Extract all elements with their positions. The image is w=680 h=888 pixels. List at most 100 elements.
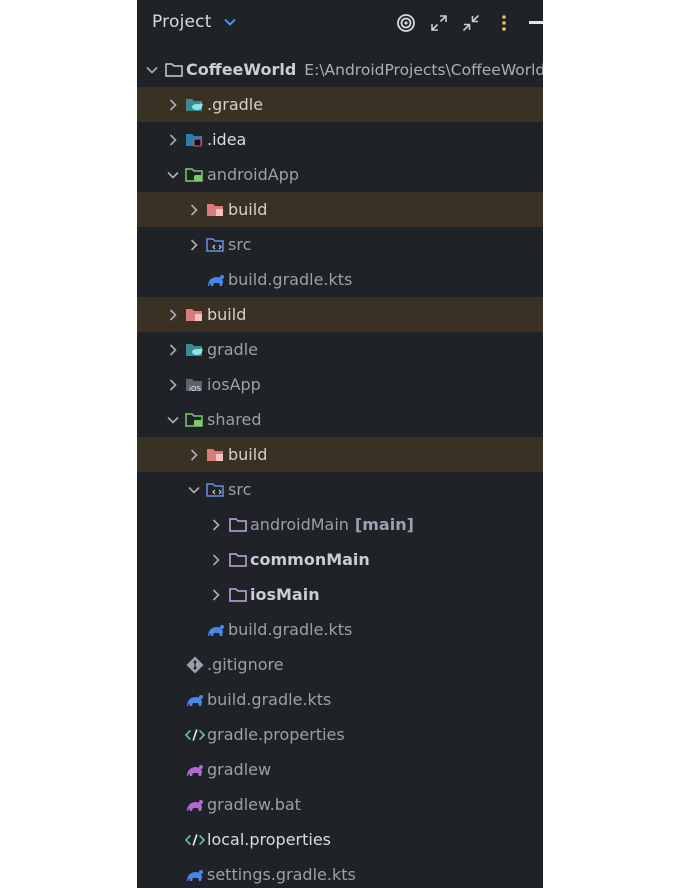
tree-item-label: androidApp bbox=[207, 165, 299, 184]
excluded-folder-icon bbox=[206, 201, 226, 219]
chevron-down-icon[interactable] bbox=[166, 168, 180, 182]
chevron-right-icon[interactable] bbox=[209, 518, 223, 532]
tree-row[interactable]: .gitignore bbox=[137, 647, 543, 682]
tree-item-label: build.gradle.kts bbox=[228, 270, 353, 289]
tree-row[interactable]: commonMain bbox=[137, 542, 543, 577]
tree-item-label: .gitignore bbox=[207, 655, 284, 674]
tree-item-label: androidMain bbox=[250, 515, 349, 534]
tree-row[interactable]: gradle bbox=[137, 332, 543, 367]
properties-icon bbox=[185, 831, 205, 849]
tree-item-label: src bbox=[228, 235, 252, 254]
tree-item-label: .idea bbox=[207, 130, 247, 149]
project-tool-window: Project CoffeeWorld E:\AndroidProjects\Co… bbox=[137, 0, 543, 888]
tree-row[interactable]: iOS iosApp bbox=[137, 367, 543, 402]
chevron-right-icon[interactable] bbox=[166, 98, 180, 112]
chevron-down-icon[interactable] bbox=[145, 63, 159, 77]
tree-row[interactable]: .gradle bbox=[137, 87, 543, 122]
module-folder-icon bbox=[164, 61, 184, 79]
source-folder-icon bbox=[206, 481, 226, 499]
source-folder-icon bbox=[206, 236, 226, 254]
panel-title: Project bbox=[152, 12, 212, 32]
tree-row[interactable]: gradlew bbox=[137, 752, 543, 787]
tree-row[interactable]: settings.gradle.kts bbox=[137, 857, 543, 888]
folder-icon bbox=[228, 516, 248, 534]
chevron-right-icon[interactable] bbox=[187, 238, 201, 252]
project-tree: CoffeeWorld E:\AndroidProjects\CoffeeWorl… bbox=[137, 52, 543, 888]
gradle-folder-icon bbox=[185, 96, 205, 114]
project-view-selector[interactable]: Project bbox=[152, 12, 236, 32]
tree-row[interactable]: build bbox=[137, 192, 543, 227]
excluded-folder-icon bbox=[206, 446, 226, 464]
gradle-script-icon bbox=[185, 796, 205, 814]
chevron-down-icon bbox=[223, 15, 236, 30]
tree-row[interactable]: src bbox=[137, 227, 543, 262]
gradle-elephant-icon bbox=[206, 271, 226, 289]
git-icon bbox=[185, 656, 205, 674]
target-icon[interactable] bbox=[393, 10, 419, 36]
tree-row[interactable]: iosMain bbox=[137, 577, 543, 612]
tree-row[interactable]: build.gradle.kts bbox=[137, 612, 543, 647]
tree-row[interactable]: build bbox=[137, 297, 543, 332]
tool-window-header: Project bbox=[137, 0, 543, 46]
tree-item-label: gradle bbox=[207, 340, 258, 359]
ios-folder-icon: iOS bbox=[185, 376, 205, 394]
chevron-right-icon[interactable] bbox=[166, 343, 180, 357]
tree-row[interactable]: shared bbox=[137, 402, 543, 437]
gradle-elephant-icon bbox=[185, 691, 205, 709]
tree-item-label: build bbox=[228, 200, 268, 219]
tree-row[interactable]: build bbox=[137, 437, 543, 472]
tree-row[interactable]: local.properties bbox=[137, 822, 543, 857]
gradle-script-icon bbox=[185, 761, 205, 779]
collapse-all-icon[interactable] bbox=[458, 10, 484, 36]
tree-row[interactable]: androidApp bbox=[137, 157, 543, 192]
project-path: E:\AndroidProjects\CoffeeWorld bbox=[304, 60, 543, 79]
tree-item-label: .gradle bbox=[207, 95, 264, 114]
tree-item-label: CoffeeWorld bbox=[186, 60, 297, 79]
tree-row[interactable]: gradlew.bat bbox=[137, 787, 543, 822]
more-options-icon[interactable] bbox=[491, 10, 517, 36]
gradle-elephant-icon bbox=[206, 621, 226, 639]
tree-item-label: local.properties bbox=[207, 830, 332, 849]
chevron-right-icon[interactable] bbox=[209, 588, 223, 602]
tree-item-label: build bbox=[228, 445, 268, 464]
tree-row[interactable]: .idea bbox=[137, 122, 543, 157]
chevron-right-icon[interactable] bbox=[166, 308, 180, 322]
folder-icon bbox=[228, 551, 248, 569]
tree-row[interactable]: build.gradle.kts bbox=[137, 262, 543, 297]
tree-row[interactable]: build.gradle.kts bbox=[137, 682, 543, 717]
chevron-right-icon[interactable] bbox=[166, 378, 180, 392]
tree-row[interactable]: CoffeeWorld E:\AndroidProjects\CoffeeWorl… bbox=[137, 52, 543, 87]
tree-item-label: gradlew bbox=[207, 760, 272, 779]
source-set-tag: [main] bbox=[354, 515, 414, 534]
excluded-folder-icon bbox=[185, 306, 205, 324]
chevron-right-icon[interactable] bbox=[209, 553, 223, 567]
tree-item-label: src bbox=[228, 480, 252, 499]
tree-item-label: iosMain bbox=[250, 585, 320, 604]
svg-text:iOS: iOS bbox=[189, 385, 201, 393]
tree-row[interactable]: src bbox=[137, 472, 543, 507]
tree-row[interactable]: gradle.properties bbox=[137, 717, 543, 752]
chevron-down-icon[interactable] bbox=[166, 413, 180, 427]
tree-item-label: iosApp bbox=[207, 375, 261, 394]
tree-item-label: gradlew.bat bbox=[207, 795, 301, 814]
chevron-right-icon[interactable] bbox=[166, 133, 180, 147]
chevron-right-icon[interactable] bbox=[187, 448, 201, 462]
chevron-right-icon[interactable] bbox=[187, 203, 201, 217]
expand-all-icon[interactable] bbox=[426, 10, 452, 36]
minimize-icon[interactable] bbox=[525, 10, 543, 36]
chevron-down-icon[interactable] bbox=[187, 483, 201, 497]
tree-row[interactable]: androidMain [main] bbox=[137, 507, 543, 542]
gradle-folder-icon bbox=[185, 341, 205, 359]
tree-item-label: commonMain bbox=[250, 550, 370, 569]
tree-item-label: build.gradle.kts bbox=[207, 690, 332, 709]
folder-icon bbox=[228, 586, 248, 604]
android-module-icon bbox=[185, 166, 205, 184]
